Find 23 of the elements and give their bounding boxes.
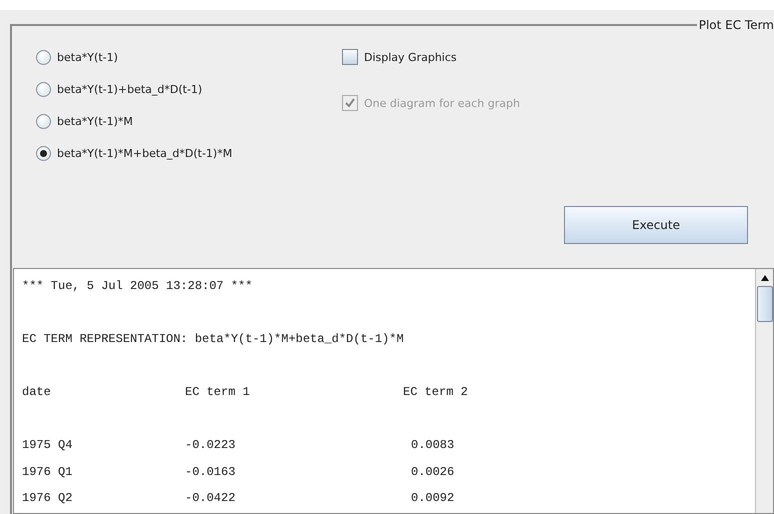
table-cell-text: 0.0083 xyxy=(410,437,456,454)
table-cell-text: -0.0422 xyxy=(185,490,236,507)
scroll-up-icon[interactable] xyxy=(760,274,770,282)
radio-option[interactable]: beta*Y(t-1)*M+beta_d*D(t-1)*M xyxy=(36,144,342,162)
column-header: date xyxy=(22,384,52,401)
table-cell-text: 1976 Q2 xyxy=(22,490,74,507)
scroll-thumb[interactable] xyxy=(756,286,772,322)
timestamp-line: *** Tue, 5 Jul 2005 13:28:07 *** xyxy=(22,278,254,295)
representation-line: EC TERM REPRESENTATION: beta*Y(t-1)*M+beta_d*D(t-1)*M xyxy=(22,331,405,348)
table-cell-text: 0.0026 xyxy=(410,464,456,480)
column-header: EC term 2 xyxy=(403,384,469,401)
scrollbar[interactable] xyxy=(755,269,773,513)
table-cell-text: -0.0163 xyxy=(185,464,236,480)
radio-option[interactable]: beta*Y(t-1)*M xyxy=(36,112,342,130)
column-header: EC term 1 xyxy=(185,384,251,401)
radio-option[interactable]: beta*Y(t-1)+beta_d*D(t-1) xyxy=(36,80,342,98)
checkbox-option[interactable]: Display Graphics xyxy=(342,48,520,66)
table-cell-text: 1976 Q1 xyxy=(22,464,74,480)
execute-button[interactable]: Execute xyxy=(564,206,748,244)
table-cell-text: -0.0223 xyxy=(185,437,236,454)
table-cell-text: 0.0092 xyxy=(410,490,456,507)
table-cell-text: 1975 Q4 xyxy=(22,437,74,454)
radio-option[interactable]: beta*Y(t-1) xyxy=(36,48,342,66)
